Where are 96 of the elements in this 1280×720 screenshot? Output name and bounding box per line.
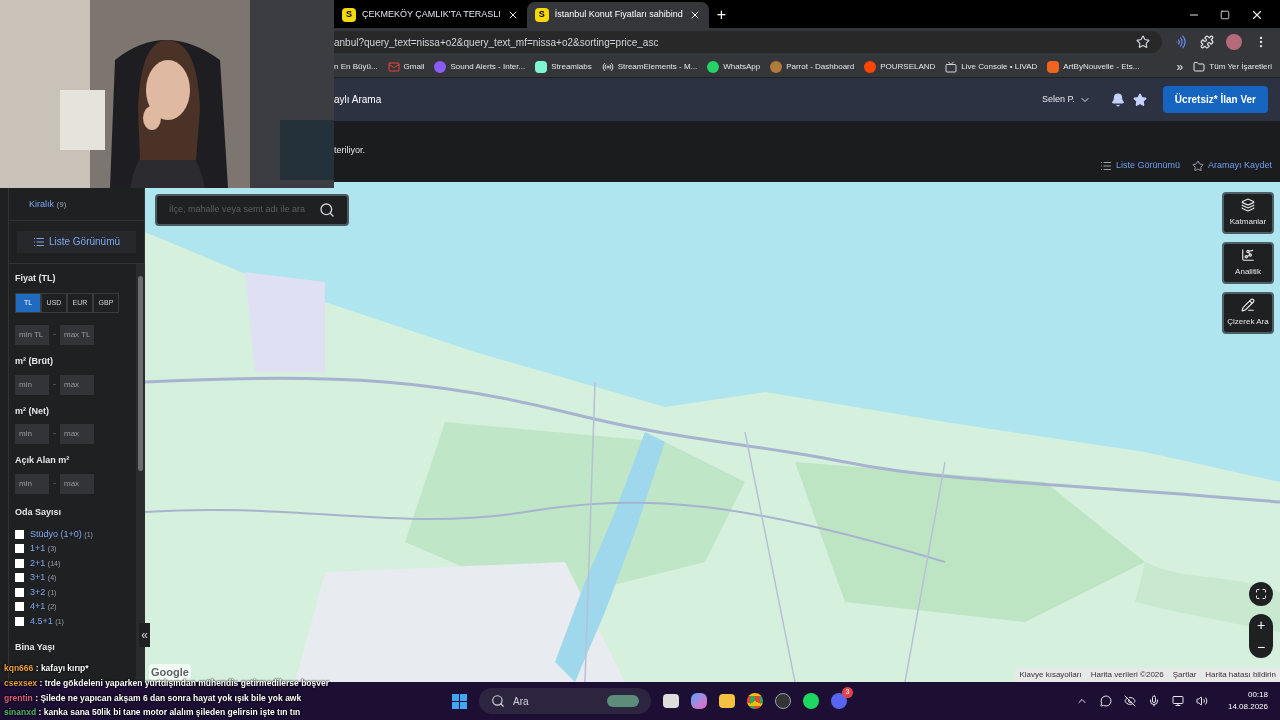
zoom-out-button[interactable]: −: [1256, 636, 1266, 658]
chat-message: kqn666 : kafayı kırıp*: [4, 662, 89, 675]
map-tool-button[interactable]: Analitik: [1222, 242, 1274, 284]
range-separator: -: [53, 328, 56, 342]
checkbox[interactable]: [15, 573, 24, 583]
checkbox[interactable]: [15, 616, 24, 626]
tab-title: İstanbul Konut Fiyatları sahibind: [554, 8, 683, 22]
map-tool-button[interactable]: Çizerek Ara: [1222, 292, 1274, 334]
windows-start-icon[interactable]: [452, 693, 467, 709]
list-icon: [1099, 159, 1112, 172]
chat-message: sinanxd : kanka sana 50lik bi tane motor alalım şileden gelirsin işte tın tın: [4, 706, 301, 719]
bookmark-item[interactable]: Gmail: [387, 60, 425, 73]
map-tool-button[interactable]: Katmanlar: [1222, 192, 1274, 234]
fullscreen-icon: [1255, 588, 1267, 600]
bookmark-item[interactable]: ArtByNouvelle - Ets...: [1047, 60, 1140, 73]
bookmark-item[interactable]: WhatsApp: [707, 60, 761, 73]
attribution-link[interactable]: Klavye kısayolları: [1015, 668, 1086, 682]
star-icon[interactable]: [1132, 92, 1147, 107]
pencil-icon: [1241, 298, 1255, 312]
filter-heading: m² (Brüt): [15, 355, 54, 368]
chart-icon: [1241, 248, 1255, 262]
browser-tab[interactable]: S İstanbul Konut Fiyatları sahibind: [526, 2, 709, 28]
status-text: teriliyor.: [334, 144, 365, 157]
bookmark-item[interactable]: POURSELAND: [864, 60, 936, 73]
filter-heading: Fiyat (TL): [15, 271, 57, 285]
filter-heading: Oda Sayısı: [15, 505, 63, 519]
tab-title: ÇEKMEKÖY ÇAMLIK'TA TERASLI: [362, 8, 501, 22]
filter-heading: Açık Alan m²: [15, 454, 71, 467]
profile-avatar[interactable]: [1226, 34, 1242, 50]
clock[interactable]: 00:18 14.08.2026: [1227, 689, 1268, 713]
bookmark-item[interactable]: Sound Alerts - Inter...: [434, 60, 526, 73]
checkbox[interactable]: [15, 602, 24, 612]
browser-icon[interactable]: [747, 693, 763, 709]
broadcast-icon: [601, 60, 614, 73]
range-separator: -: [53, 427, 56, 441]
checkbox[interactable]: [15, 529, 24, 539]
address-bar[interactable]: anbul?query_text=nissa+o2&query_text_mf=nissa+o2&sorting=price_asc: [334, 31, 1162, 53]
mail-icon: [387, 60, 400, 73]
search-icon[interactable]: [319, 202, 335, 218]
layers-icon: [1241, 198, 1255, 212]
listing-type-link[interactable]: Kiralık (9): [29, 198, 144, 212]
network-icon[interactable]: [1171, 695, 1184, 707]
checkbox[interactable]: [15, 558, 24, 568]
input-field[interactable]: max: [60, 473, 94, 494]
filter-heading: m² (Net): [15, 404, 50, 418]
restore-icon[interactable]: [1220, 10, 1230, 20]
user-menu[interactable]: Selen P.: [1041, 92, 1091, 107]
extensions-icon[interactable]: [1200, 35, 1214, 49]
checkbox[interactable]: [15, 587, 24, 597]
microphone-icon[interactable]: [1147, 695, 1160, 707]
new-tab-button[interactable]: +: [708, 2, 735, 28]
input-field[interactable]: max: [60, 424, 94, 444]
volume-icon[interactable]: [1195, 695, 1208, 707]
chat-message: grentin : Şilede ne yapıcan akşam 6 dan sonra hayat yok ışık bile yok awk: [4, 691, 302, 705]
taskbar-search-field[interactable]: Ara: [479, 688, 651, 714]
attribution-link[interactable]: Harita verileri ©2026: [1086, 668, 1168, 682]
folder-icon[interactable]: [719, 694, 735, 708]
range-separator: -: [53, 476, 56, 490]
close-icon[interactable]: [1250, 8, 1264, 22]
favicon-icon: S: [534, 8, 549, 22]
page-title: aylı Arama: [334, 93, 382, 107]
signal-icon[interactable]: [1174, 35, 1188, 49]
checkbox[interactable]: [15, 544, 24, 554]
bookmark-star-icon[interactable]: [1136, 35, 1150, 49]
input-field[interactable]: min TL: [15, 325, 49, 345]
save-search-link[interactable]: Aramayı Kaydet: [1191, 158, 1272, 173]
range-separator: -: [53, 377, 56, 391]
input-field[interactable]: min: [15, 374, 49, 395]
list-view-button[interactable]: Liste Görünümü: [17, 230, 136, 253]
input-field[interactable]: max: [60, 374, 94, 395]
list-icon: [32, 235, 45, 248]
input-field[interactable]: min: [15, 424, 49, 444]
zoom-in-button[interactable]: +: [1256, 614, 1266, 636]
sidebar-collapse-button[interactable]: «: [139, 623, 150, 647]
star-icon: [1191, 159, 1204, 172]
chat-icon[interactable]: [1099, 695, 1112, 707]
bookmark-item[interactable]: Streamlabs: [535, 60, 592, 73]
attribution-link[interactable]: Harita hatası bildirin: [1201, 668, 1280, 682]
bookmark-item[interactable]: n En Büyü...: [334, 60, 378, 73]
bookmark-item[interactable]: Live Console • LIVAD: [945, 60, 1038, 73]
filter-heading: Bina Yaşı: [15, 640, 56, 654]
search-icon: [491, 694, 505, 708]
all-bookmarks-button[interactable]: Tüm Yer İşaretleri: [1193, 60, 1272, 73]
input-field[interactable]: max TL: [60, 325, 94, 345]
folder-icon: [1193, 60, 1206, 73]
bookmark-item[interactable]: StreamElements - M...: [601, 60, 698, 73]
list-view-link[interactable]: Liste Görünümü: [1099, 158, 1180, 173]
more-bookmarks-button[interactable]: »: [1176, 57, 1184, 76]
bell-icon[interactable]: [1110, 92, 1125, 107]
input-field[interactable]: min: [15, 473, 49, 494]
screen-icon: [945, 60, 958, 73]
favicon-icon: S: [342, 8, 356, 22]
bookmark-item[interactable]: Parrot - Dashboard: [770, 60, 855, 73]
attribution-link[interactable]: Şartlar: [1168, 668, 1201, 682]
post-ad-button[interactable]: Ücretsiz* İlan Ver: [1162, 86, 1268, 113]
eye-off-icon[interactable]: [1123, 695, 1136, 707]
